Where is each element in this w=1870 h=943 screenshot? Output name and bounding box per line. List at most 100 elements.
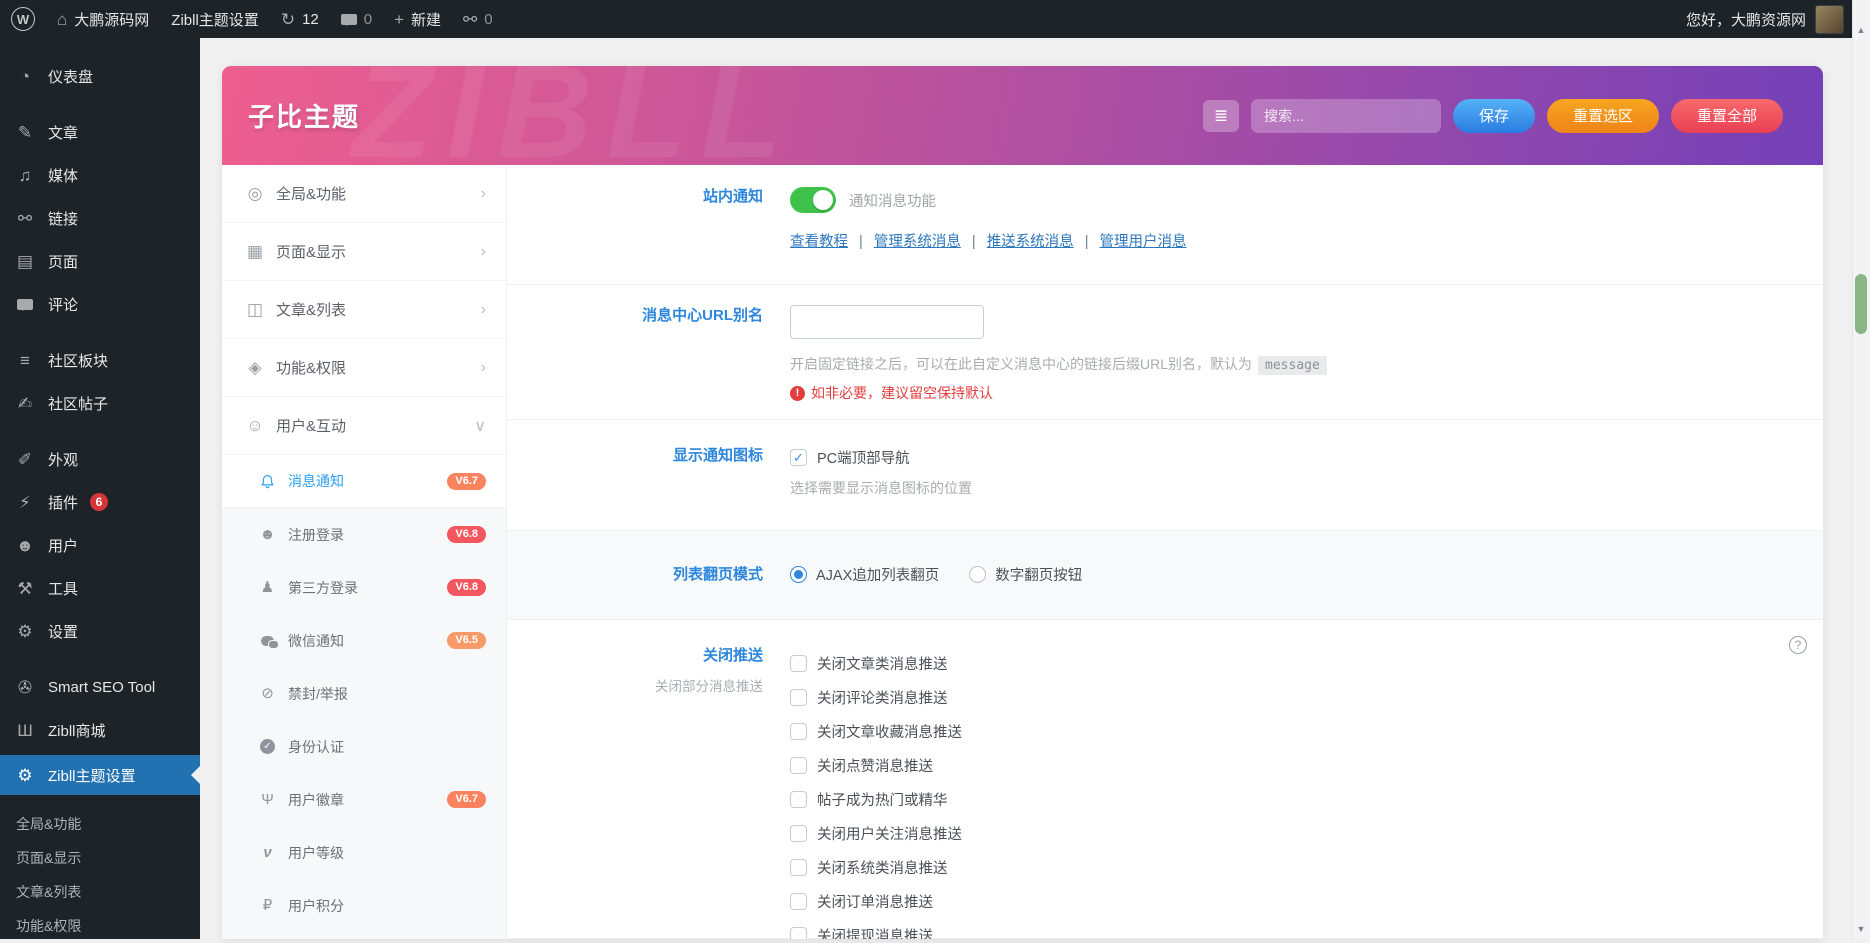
- url-alias-input[interactable]: [790, 305, 984, 339]
- appearance-icon: ✐: [14, 451, 36, 468]
- scroll-up-arrow[interactable]: ▲: [1853, 26, 1869, 35]
- disable-withdraw-push-checkbox[interactable]: [790, 927, 807, 940]
- warning-text: 如非必要，建议留空保持默认: [811, 383, 993, 403]
- nav-page-display[interactable]: ▦ 页面&显示 ›: [222, 223, 506, 281]
- watermark: ZIBLL: [352, 66, 796, 165]
- gear-icon: ⚙: [14, 767, 36, 784]
- sidebar-item-smart-seo-tool[interactable]: ✇ Smart SEO Tool: [0, 669, 200, 705]
- comments-link[interactable]: 0: [330, 0, 383, 38]
- nav-sub-user-badge[interactable]: Ψ 用户徽章 V6.7: [222, 773, 506, 826]
- sidebar-item-appearance[interactable]: ✐ 外观: [0, 441, 200, 477]
- disable-post-push-checkbox[interactable]: [790, 655, 807, 672]
- sidebar-item-forum-posts[interactable]: ✍ 社区帖子: [0, 385, 200, 421]
- help-icon[interactable]: ?: [1789, 636, 1807, 654]
- users-icon: ☻: [14, 537, 36, 554]
- panel-title: 子比主题: [248, 97, 360, 134]
- site-home-link[interactable]: ⌂ 大鹏源码网: [46, 0, 160, 38]
- hot-post-push-checkbox[interactable]: [790, 791, 807, 808]
- menu-toggle-button[interactable]: ≣: [1203, 100, 1239, 132]
- nav-sub-ban-report[interactable]: ⊘ 禁封/举报: [222, 667, 506, 720]
- sidebar-item-pages[interactable]: ▤ 页面: [0, 243, 200, 279]
- nav-sub-message-notify[interactable]: 消息通知 V6.7: [222, 455, 506, 508]
- sidebar-item-forum-sections[interactable]: ≡ 社区板块: [0, 342, 200, 378]
- link-manage-user-messages[interactable]: 管理用户消息: [1100, 234, 1187, 250]
- section-notify-icon-position: 显示通知图标 PC端顶部导航 选择需要显示消息图标的位置: [507, 420, 1823, 531]
- submenu-page-display[interactable]: 页面&显示: [16, 841, 200, 875]
- level-icon: ν: [258, 845, 277, 860]
- setting-label: 列表翻页模式: [507, 564, 763, 586]
- admin-bar-account[interactable]: 您好，大鹏资源网: [1686, 5, 1870, 34]
- nav-global-features[interactable]: ◎ 全局&功能 ›: [222, 165, 506, 223]
- chevron-right-icon: ›: [481, 185, 486, 203]
- link-manage-system-messages[interactable]: 管理系统消息: [874, 234, 961, 250]
- links-count-item[interactable]: ⚯ 0: [452, 0, 504, 38]
- sidebar-item-users[interactable]: ☻ 用户: [0, 527, 200, 563]
- link-icon: ⚯: [463, 11, 477, 28]
- nav-user-interaction[interactable]: ☺ 用户&互动 ∨: [222, 397, 506, 455]
- nav-sub-user-points[interactable]: ₽ 用户积分: [222, 879, 506, 932]
- admin-bar-theme-settings-link[interactable]: Zibll主题设置: [160, 0, 270, 38]
- sidebar-item-comments[interactable]: 评论: [0, 286, 200, 322]
- submenu-global-features[interactable]: 全局&功能: [16, 807, 200, 841]
- new-content-link[interactable]: + 新建: [383, 0, 452, 38]
- reset-all-button[interactable]: 重置全部: [1671, 99, 1783, 133]
- link-push-system-messages[interactable]: 推送系统消息: [987, 234, 1074, 250]
- sidebar-item-settings[interactable]: ⚙ 设置: [0, 613, 200, 649]
- forum-posts-icon: ✍: [14, 395, 36, 412]
- nav-function-permission[interactable]: ◈ 功能&权限 ›: [222, 339, 506, 397]
- submenu-post-list[interactable]: 文章&列表: [16, 875, 200, 909]
- save-button[interactable]: 保存: [1453, 99, 1535, 133]
- update-count: 12: [302, 11, 319, 28]
- nav-sub-register-login[interactable]: ☻ 注册登录 V6.8: [222, 508, 506, 561]
- link-count: 0: [484, 11, 492, 28]
- nav-sub-thirdparty-login[interactable]: ♟ 第三方登录 V6.8: [222, 561, 506, 614]
- ajax-paging-radio[interactable]: [790, 566, 807, 583]
- link-view-tutorial[interactable]: 查看教程: [790, 234, 848, 250]
- warning-icon: !: [790, 386, 805, 401]
- disable-system-push-checkbox[interactable]: [790, 859, 807, 876]
- book-icon: ◫: [245, 301, 265, 318]
- sidebar-item-dashboard[interactable]: ◔ 仪表盘: [0, 58, 200, 94]
- search-input[interactable]: [1251, 108, 1441, 124]
- plugins-icon: ⚡: [14, 494, 36, 511]
- site-name: 大鹏源码网: [74, 9, 149, 30]
- sidebar-item-zibll-store[interactable]: Ш Zibll商城: [0, 712, 200, 748]
- scroll-down-arrow[interactable]: ▼: [1853, 925, 1869, 934]
- disable-favorite-push-checkbox[interactable]: [790, 723, 807, 740]
- sidebar-item-tools[interactable]: ⚒ 工具: [0, 570, 200, 606]
- sidebar-item-plugins[interactable]: ⚡ 插件 6: [0, 484, 200, 520]
- nav-post-list[interactable]: ◫ 文章&列表 ›: [222, 281, 506, 339]
- sidebar-item-media[interactable]: ♫ 媒体: [0, 157, 200, 193]
- reset-section-button[interactable]: 重置选区: [1547, 99, 1659, 133]
- sidebar-item-links[interactable]: ⚯ 链接: [0, 200, 200, 236]
- setting-label: 显示通知图标: [507, 445, 763, 467]
- push-option-row: 帖子成为热门或精华: [790, 787, 1823, 811]
- submenu-function-permission[interactable]: 功能&权限: [16, 909, 200, 943]
- nav-sub-identity-verify[interactable]: ✓ 身份认证: [222, 720, 506, 773]
- nav-sub-user-level[interactable]: ν 用户等级: [222, 826, 506, 879]
- notify-toggle[interactable]: [790, 187, 836, 213]
- nav-sub-wechat-notify[interactable]: 微信通知 V6.5: [222, 614, 506, 667]
- pc-top-nav-checkbox[interactable]: [790, 449, 807, 466]
- sidebar-item-zibll-theme-settings[interactable]: ⚙ Zibll主题设置: [0, 755, 200, 795]
- disable-order-push-checkbox[interactable]: [790, 893, 807, 910]
- checkbox-label: PC端顶部导航: [817, 447, 910, 468]
- sidebar-item-posts[interactable]: ✎ 文章: [0, 114, 200, 150]
- bell-icon: [258, 474, 277, 489]
- disable-like-push-checkbox[interactable]: [790, 757, 807, 774]
- default-alias-code: message: [1258, 356, 1327, 375]
- push-option-row: 关闭用户关注消息推送: [790, 821, 1823, 845]
- setting-label: 消息中心URL别名: [507, 305, 763, 327]
- panel-toolbar: ≣ 保存 重置选区 重置全部: [1203, 99, 1783, 133]
- disable-follow-push-checkbox[interactable]: [790, 825, 807, 842]
- disable-comment-push-checkbox[interactable]: [790, 689, 807, 706]
- version-badge: V6.7: [447, 473, 486, 490]
- push-option-row: 关闭评论类消息推送: [790, 685, 1823, 709]
- wp-logo-menu[interactable]: W: [0, 0, 46, 38]
- comment-count: 0: [364, 11, 372, 28]
- updates-link[interactable]: ↻ 12: [270, 0, 330, 38]
- scrollbar-thumb[interactable]: [1855, 274, 1867, 334]
- browser-scrollbar[interactable]: ▲ ▼: [1852, 0, 1870, 939]
- numeric-paging-radio[interactable]: [969, 566, 986, 583]
- toggle-label: 通知消息功能: [849, 190, 936, 211]
